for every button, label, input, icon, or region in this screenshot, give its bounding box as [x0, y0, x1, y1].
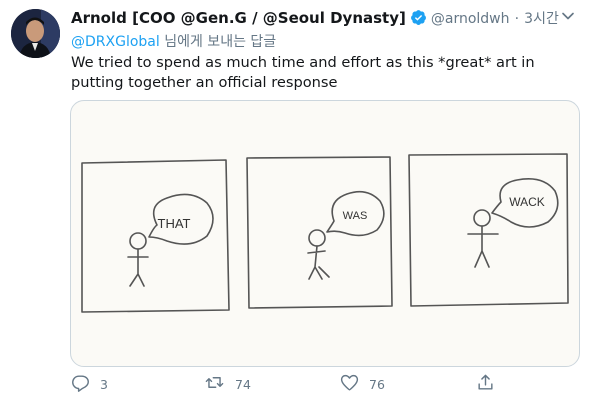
stick-figure-2-body: [307, 245, 330, 280]
like-button[interactable]: 76: [340, 372, 385, 396]
replying-to: @DRXGlobal 님에게 보내는 답글: [71, 31, 276, 51]
comic-panel-2: [246, 156, 393, 309]
like-count: 76: [369, 376, 385, 392]
comic-panel-3: [408, 153, 569, 307]
more-icon[interactable]: [558, 6, 578, 26]
comic-drawing: THAT WAS WACK: [81, 153, 569, 313]
tweet-actions: 3 74 76: [71, 372, 571, 396]
stick-figure-1-head: [129, 232, 147, 250]
avatar-image: [11, 9, 60, 58]
stick-figure-3-body: [467, 225, 499, 268]
verified-badge-icon: [410, 9, 427, 30]
reply-count: 3: [100, 376, 108, 392]
author-handle[interactable]: @arnoldwh: [431, 11, 510, 27]
separator-dot: ·: [514, 11, 520, 27]
tweet-timestamp[interactable]: 3시간: [524, 11, 559, 27]
reply-button[interactable]: 3: [71, 372, 108, 396]
share-icon: [476, 373, 505, 395]
retweet-icon: [204, 373, 235, 395]
reply-mention-link[interactable]: @DRXGlobal: [71, 34, 160, 50]
bubble-1-text: THAT: [158, 216, 191, 231]
reply-suffix: 님에게 보내는 답글: [164, 34, 277, 50]
stick-figure-3-head: [473, 209, 491, 227]
tweet-text: We tried to spend as much time and effor…: [71, 54, 535, 91]
tweet-header: Arnold [COO @Gen.G / @Seoul Dynasty] @arn…: [71, 8, 578, 30]
like-icon: [340, 373, 369, 395]
stick-figure-1-body: [127, 248, 149, 287]
stick-figure-2-head: [308, 229, 326, 247]
retweet-count: 74: [235, 376, 251, 392]
bubble-3-text: WACK: [509, 195, 545, 209]
reply-icon: [71, 373, 100, 395]
retweet-button[interactable]: 74: [204, 372, 251, 396]
author-name[interactable]: Arnold [COO @Gen.G / @Seoul Dynasty]: [71, 9, 406, 27]
tweet-media-image[interactable]: THAT WAS WACK: [70, 100, 580, 367]
bubble-2-text: WAS: [343, 210, 368, 222]
share-button[interactable]: [476, 372, 505, 396]
avatar[interactable]: [11, 9, 60, 58]
